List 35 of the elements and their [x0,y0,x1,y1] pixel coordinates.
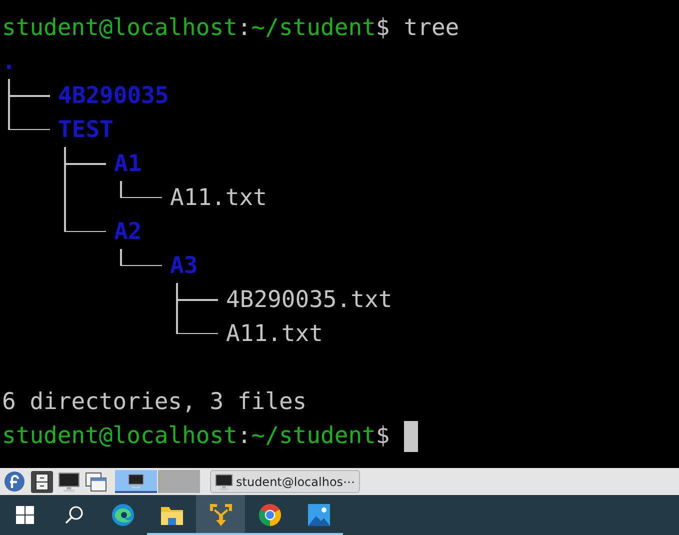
directory-name: TEST [58,117,114,143]
prompt-user-host: student@localhost [2,423,238,449]
desktop-pager-item[interactable] [115,470,157,493]
file-name: 4B290035.txt [226,287,392,313]
directory-name: A1 [114,151,142,177]
prompt-dollar: $ [376,15,390,41]
monitor-icon [215,472,233,490]
summary-text: 6 directories, 3 files [2,389,307,415]
prompt-path: ~/student [251,15,376,41]
prompt-colon: : [237,15,252,41]
file-name: A11.txt [226,321,323,347]
fedora-logo-icon[interactable] [4,471,25,492]
directory-name: A3 [170,253,198,279]
command-text: tree [404,15,460,41]
text-cursor [404,420,418,452]
search-icon [64,505,84,525]
monitor-icon [58,470,80,492]
photo-icon [306,503,330,527]
windows-icon[interactable] [84,472,106,492]
chrome-logo-icon [258,503,282,527]
prompt-dollar: $ [376,423,390,449]
windows-logo-icon [14,505,34,525]
directory-name: A2 [114,219,142,245]
directory-name: 4B290035 [58,83,169,109]
browser-wave-icon [110,503,134,527]
arrows-icon [208,503,232,527]
file-cabinet-icon[interactable] [30,470,52,492]
directory-name: . [2,49,16,75]
monitor-icon [128,472,144,488]
folder-icon [160,504,184,526]
file-name: A11.txt [170,185,267,211]
prompt-user-host: student@localhost [2,15,238,41]
prompt-colon: : [237,423,252,449]
prompt-path: ~/student [251,423,376,449]
task-button[interactable]: student@localhos⋯ [210,470,360,493]
